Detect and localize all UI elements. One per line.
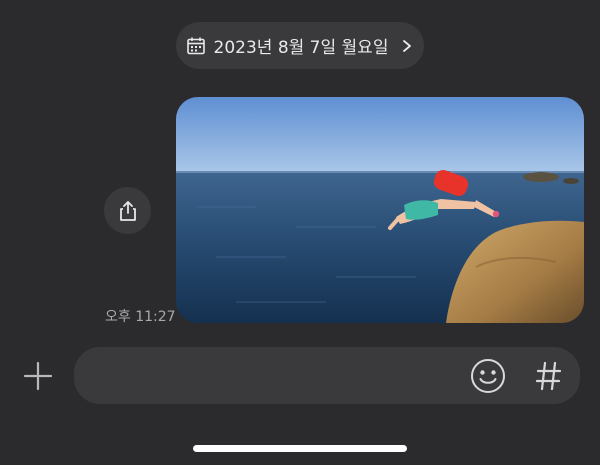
photo-attachment[interactable] (176, 97, 584, 323)
message-timestamp: 오후 11:27 (105, 309, 176, 325)
hashtag-icon (536, 361, 562, 391)
share-icon (119, 200, 136, 221)
chevron-right-icon (403, 39, 412, 52)
photo-image (176, 97, 584, 323)
add-attachment-button[interactable] (18, 354, 58, 398)
message-input[interactable] (94, 347, 468, 406)
hashtag-button[interactable] (532, 356, 566, 396)
calendar-icon (186, 37, 205, 54)
date-separator[interactable]: 2023년 8월 7일 월요일 (176, 22, 424, 69)
plus-icon (23, 361, 53, 391)
emoji-icon (471, 359, 505, 393)
home-indicator[interactable] (193, 445, 407, 452)
emoji-button[interactable] (470, 358, 506, 394)
share-button[interactable] (104, 187, 151, 234)
date-label: 2023년 8월 7일 월요일 (213, 38, 389, 58)
